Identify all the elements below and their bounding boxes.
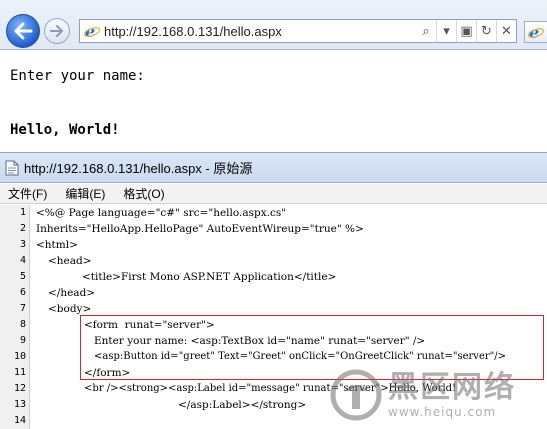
source-window-title: http://192.168.0.131/hello.aspx - 原始源 (24, 161, 253, 176)
arrow-left-icon (14, 22, 33, 40)
code-text: </asp:Label></strong> (178, 399, 307, 411)
menu-edit[interactable]: 编辑(E) (65, 185, 105, 202)
greeting-message: Hello, World! (10, 122, 120, 138)
code-text: </head> (48, 287, 96, 299)
site-watermark: 黑区网络 www.heiqu.com (322, 360, 547, 429)
line-number: 12 (13, 383, 26, 394)
watermark-url: www.heiqu.com (388, 404, 497, 419)
line-number: 8 (19, 319, 26, 330)
code-text: <%@ Page language="c#" src="hello.aspx.c… (36, 207, 287, 219)
watermark-logo-icon (330, 369, 382, 420)
arrow-right-icon (50, 25, 63, 37)
compatibility-view-icon[interactable]: ▣ (456, 20, 476, 42)
browser-toolbar: e http://192.168.0.131/hello.aspx ⌕ ▾ ▣ … (0, 0, 547, 50)
code-line: 2 Inherits="HelloApp.HelloPage" AutoEven… (0, 221, 547, 237)
name-prompt: Enter your name: (10, 68, 145, 84)
refresh-icon[interactable]: ↻ (476, 20, 496, 42)
back-button[interactable] (6, 14, 40, 48)
line-number: 11 (13, 367, 26, 378)
search-icon[interactable]: ⌕ (416, 20, 436, 42)
forward-button[interactable] (44, 18, 70, 44)
document-icon (4, 159, 20, 177)
code-text: Inherits="HelloApp.HelloPage" AutoEventW… (36, 223, 364, 235)
dropdown-icon[interactable]: ▾ (436, 20, 456, 42)
line-number: 7 (19, 303, 26, 314)
code-text: <title>First Mono ASP.NET Application</t… (82, 271, 337, 283)
code-line: 6 </head> (0, 285, 547, 301)
code-line: 1 <%@ Page language="c#" src="hello.aspx… (0, 205, 547, 221)
menu-file[interactable]: 文件(F) (8, 185, 47, 202)
code-line: 4 <head> (0, 253, 547, 269)
code-line: 3 <html> (0, 237, 547, 253)
line-number: 14 (13, 415, 26, 426)
ie-logo-icon: e (82, 20, 102, 42)
menu-bar: 文件(F) 编辑(E) 格式(O) (0, 184, 547, 204)
code-text: <html> (36, 239, 78, 251)
address-url[interactable]: http://192.168.0.131/hello.aspx (104, 24, 416, 39)
line-number: 6 (19, 287, 26, 298)
menu-format[interactable]: 格式(O) (123, 185, 164, 202)
ie-logo-icon: e (528, 24, 544, 40)
source-window-titlebar: http://192.168.0.131/hello.aspx - 原始源 (0, 153, 547, 183)
line-number: 3 (19, 239, 26, 250)
line-number: 1 (19, 207, 26, 218)
browser-tab[interactable]: e (524, 21, 547, 43)
line-number: 5 (19, 271, 26, 282)
line-number: 13 (13, 399, 26, 410)
address-bar[interactable]: e http://192.168.0.131/hello.aspx ⌕ ▾ ▣ … (79, 19, 517, 43)
code-text: <head> (48, 255, 92, 267)
code-line: 5 <title>First Mono ASP.NET Application<… (0, 269, 547, 285)
line-number: 4 (19, 255, 26, 266)
stop-icon[interactable]: ✕ (496, 20, 516, 42)
watermark-name: 黑区网络 (388, 369, 516, 405)
line-number: 2 (19, 223, 26, 234)
line-number: 9 (19, 335, 26, 346)
line-number: 10 (13, 351, 26, 362)
